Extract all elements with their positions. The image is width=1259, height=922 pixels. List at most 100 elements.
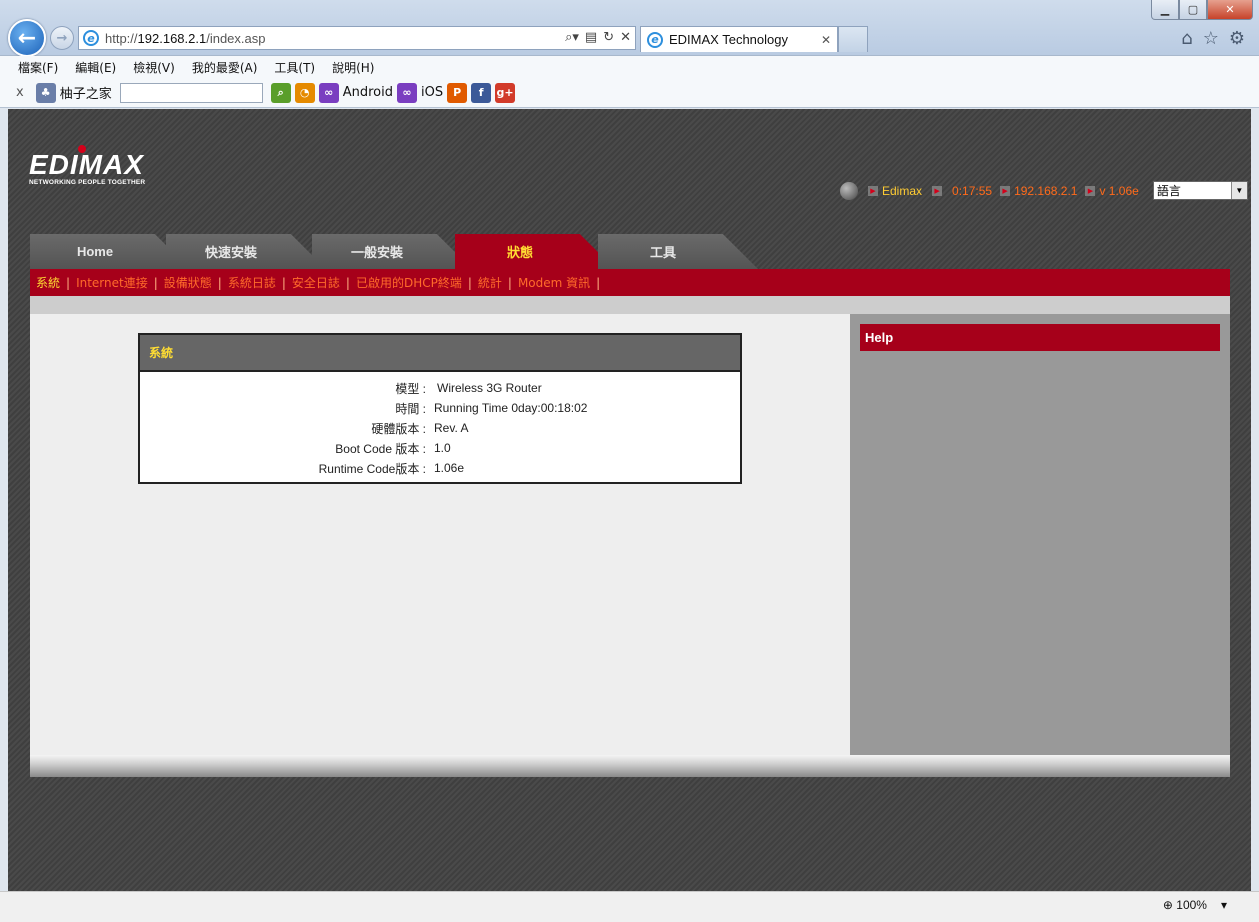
logo-dot (78, 145, 86, 153)
subnav-system[interactable]: 系統 (36, 274, 60, 291)
subnav-statistics[interactable]: 統計 (478, 274, 502, 291)
subnav-modem-info[interactable]: Modem 資訊 (518, 274, 590, 291)
google-plus-icon[interactable]: g+ (495, 82, 516, 103)
stop-icon[interactable]: ✕ (620, 30, 631, 45)
info-row-hardware: 硬體版本 : Rev. A (140, 418, 740, 438)
menu-edit[interactable]: 編輯(E) (75, 59, 116, 76)
info-value: Rev. A (434, 421, 469, 435)
home-icon[interactable]: ⌂ (1181, 28, 1192, 49)
browser-titlebar: ▁ ▢ ✕ ← → e http://192.168.2.1/index.asp… (0, 0, 1259, 57)
window-controls: ▁ ▢ ✕ (1151, 0, 1253, 20)
info-row-time: 時間 : Running Time 0day:00:18:02 (140, 398, 740, 418)
help-panel: Help (850, 314, 1230, 755)
plurk-icon[interactable]: P (447, 82, 468, 103)
info-value: 1.06e (434, 461, 465, 475)
android-link-icon[interactable]: ∞ (318, 82, 339, 103)
zoom-level: 100% (1176, 898, 1207, 912)
subnav-device-status[interactable]: 設備狀態 (164, 274, 212, 291)
info-value: Running Time 0day:00:18:02 (434, 401, 588, 415)
browser-tab[interactable]: e EDIMAX Technology ✕ (640, 26, 838, 52)
info-row-boot-code: Boot Code 版本 : 1.0 (140, 438, 740, 458)
tab-tools[interactable]: 工具 (598, 234, 758, 269)
status-version: v 1.06e (1099, 183, 1139, 198)
toolbar-search-input[interactable] (119, 82, 263, 103)
rss-icon[interactable]: ◔ (294, 82, 315, 103)
tab-general-setup[interactable]: 一般安裝 (312, 234, 472, 269)
subnav-system-log[interactable]: 系統日誌 (228, 274, 276, 291)
toolbar-search-icon[interactable]: ⌕ (270, 82, 291, 103)
ios-link-icon[interactable]: ∞ (396, 82, 417, 103)
main-tabs: Home 快速安裝 一般安裝 狀態 工具 (30, 234, 758, 269)
settings-gear-icon[interactable]: ⚙ (1229, 28, 1245, 49)
menu-bar: 檔案(F) 編輯(E) 檢視(V) 我的最愛(A) 工具(T) 說明(H) (0, 56, 1259, 78)
tab-status[interactable]: 狀態 (455, 234, 615, 269)
zoom-dropdown-icon[interactable]: ▾ (1221, 898, 1227, 912)
zoom-icon: ⊕ (1162, 898, 1177, 912)
compat-view-icon[interactable]: ▤ (585, 30, 597, 45)
panel-title: 系統 (140, 335, 740, 372)
info-label: Runtime Code版本 : (318, 461, 426, 476)
play-arrow-icon: ▶ (932, 185, 943, 196)
url-text: http://192.168.2.1/index.asp (105, 30, 266, 46)
site-logo-icon: ♣ (35, 82, 56, 103)
info-row-runtime-code: Runtime Code版本 : 1.06e (140, 458, 740, 478)
info-rows: 模型 : Wireless 3G Router 時間 : Running Tim… (140, 372, 740, 478)
status-subnav: 系統 | Internet連接 | 設備狀態 | 系統日誌 | 安全日誌 | 已啟用的DH… (30, 269, 1230, 296)
tab-quick-setup[interactable]: 快速安裝 (166, 234, 326, 269)
footer-bar (30, 755, 1230, 777)
maximize-icon[interactable]: ▢ (1179, 0, 1207, 20)
divider-bar (30, 296, 1230, 314)
system-info-panel: 系統 模型 : Wireless 3G Router 時間 : Running … (138, 333, 742, 484)
browser-right-icons: ⌂ ☆ ⚙ (1181, 28, 1245, 49)
ie-page-icon: e (83, 30, 99, 46)
menu-favorites[interactable]: 我的最愛(A) (192, 59, 258, 76)
fav-ios-label[interactable]: iOS (421, 85, 443, 100)
address-bar[interactable]: e http://192.168.2.1/index.asp ⌕▾ ▤ ↻ ✕ (78, 26, 636, 50)
info-label: 模型 : (395, 381, 426, 396)
address-tools: ⌕▾ ▤ ↻ ✕ (565, 30, 631, 45)
status-time: 0:17:55 (952, 183, 993, 198)
menu-help[interactable]: 說明(H) (332, 59, 374, 76)
subnav-dhcp-clients[interactable]: 已啟用的DHCP終端 (356, 274, 462, 291)
forward-button[interactable]: → (50, 26, 74, 50)
refresh-icon[interactable]: ↻ (603, 30, 614, 45)
close-window-icon[interactable]: ✕ (1207, 0, 1253, 20)
info-label: 硬體版本 : (371, 421, 426, 436)
menu-file[interactable]: 檔案(F) (18, 59, 58, 76)
new-tab-button[interactable] (838, 26, 868, 52)
info-value: 1.0 (434, 441, 451, 455)
favorites-star-icon[interactable]: ☆ (1203, 28, 1219, 49)
favorites-bar: x ♣ 柚子之家 ⌕ ◔ ∞ Android ∞ iOS P f g+ (0, 78, 1259, 108)
fav-android-label[interactable]: Android (343, 85, 393, 100)
info-label: 時間 : (395, 401, 426, 416)
close-toolbar-icon[interactable]: x (16, 85, 24, 100)
facebook-icon[interactable]: f (471, 82, 492, 103)
play-arrow-icon: ▶ (1085, 185, 1096, 196)
subnav-security-log[interactable]: 安全日誌 (292, 274, 340, 291)
search-icon[interactable]: ⌕▾ (565, 30, 579, 45)
zoom-control[interactable]: ⊕ 100% ▾ (1163, 898, 1227, 912)
logo-text: EDIMAX (29, 149, 144, 180)
status-line: ▶ Edimax ▶ 0:17:55 ▶ 192.168.2.1 ▶ v 1.0… (840, 181, 1248, 200)
play-arrow-icon: ▶ (1000, 185, 1011, 196)
globe-icon (840, 181, 858, 200)
subnav-internet[interactable]: Internet連接 (76, 274, 148, 291)
info-label: Boot Code 版本 : (335, 441, 426, 456)
minimize-icon[interactable]: ▁ (1151, 0, 1179, 20)
language-value: 語言 (1156, 184, 1181, 198)
back-button[interactable]: ← (8, 19, 46, 57)
chevron-down-icon: ▼ (1230, 182, 1247, 199)
menu-view[interactable]: 檢視(V) (133, 59, 175, 76)
content-area: 系統 模型 : Wireless 3G Router 時間 : Running … (30, 314, 850, 755)
edimax-logo: EDIMAX NETWORKING PEOPLE TOGETHER (29, 145, 145, 186)
menu-tools[interactable]: 工具(T) (274, 59, 315, 76)
browser-status-bar: ⊕ 100% ▾ (0, 891, 1259, 922)
language-select[interactable]: 語言 ▼ (1152, 181, 1248, 200)
tab-close-icon[interactable]: ✕ (821, 33, 831, 47)
status-brand: Edimax (882, 183, 923, 198)
status-ip: 192.168.2.1 (1014, 183, 1078, 198)
router-page: EDIMAX NETWORKING PEOPLE TOGETHER ▶ Edim… (8, 109, 1251, 891)
info-value: Wireless 3G Router (437, 381, 542, 395)
info-row-model: 模型 : Wireless 3G Router (140, 378, 740, 398)
fav-site-label[interactable]: 柚子之家 (60, 83, 112, 102)
